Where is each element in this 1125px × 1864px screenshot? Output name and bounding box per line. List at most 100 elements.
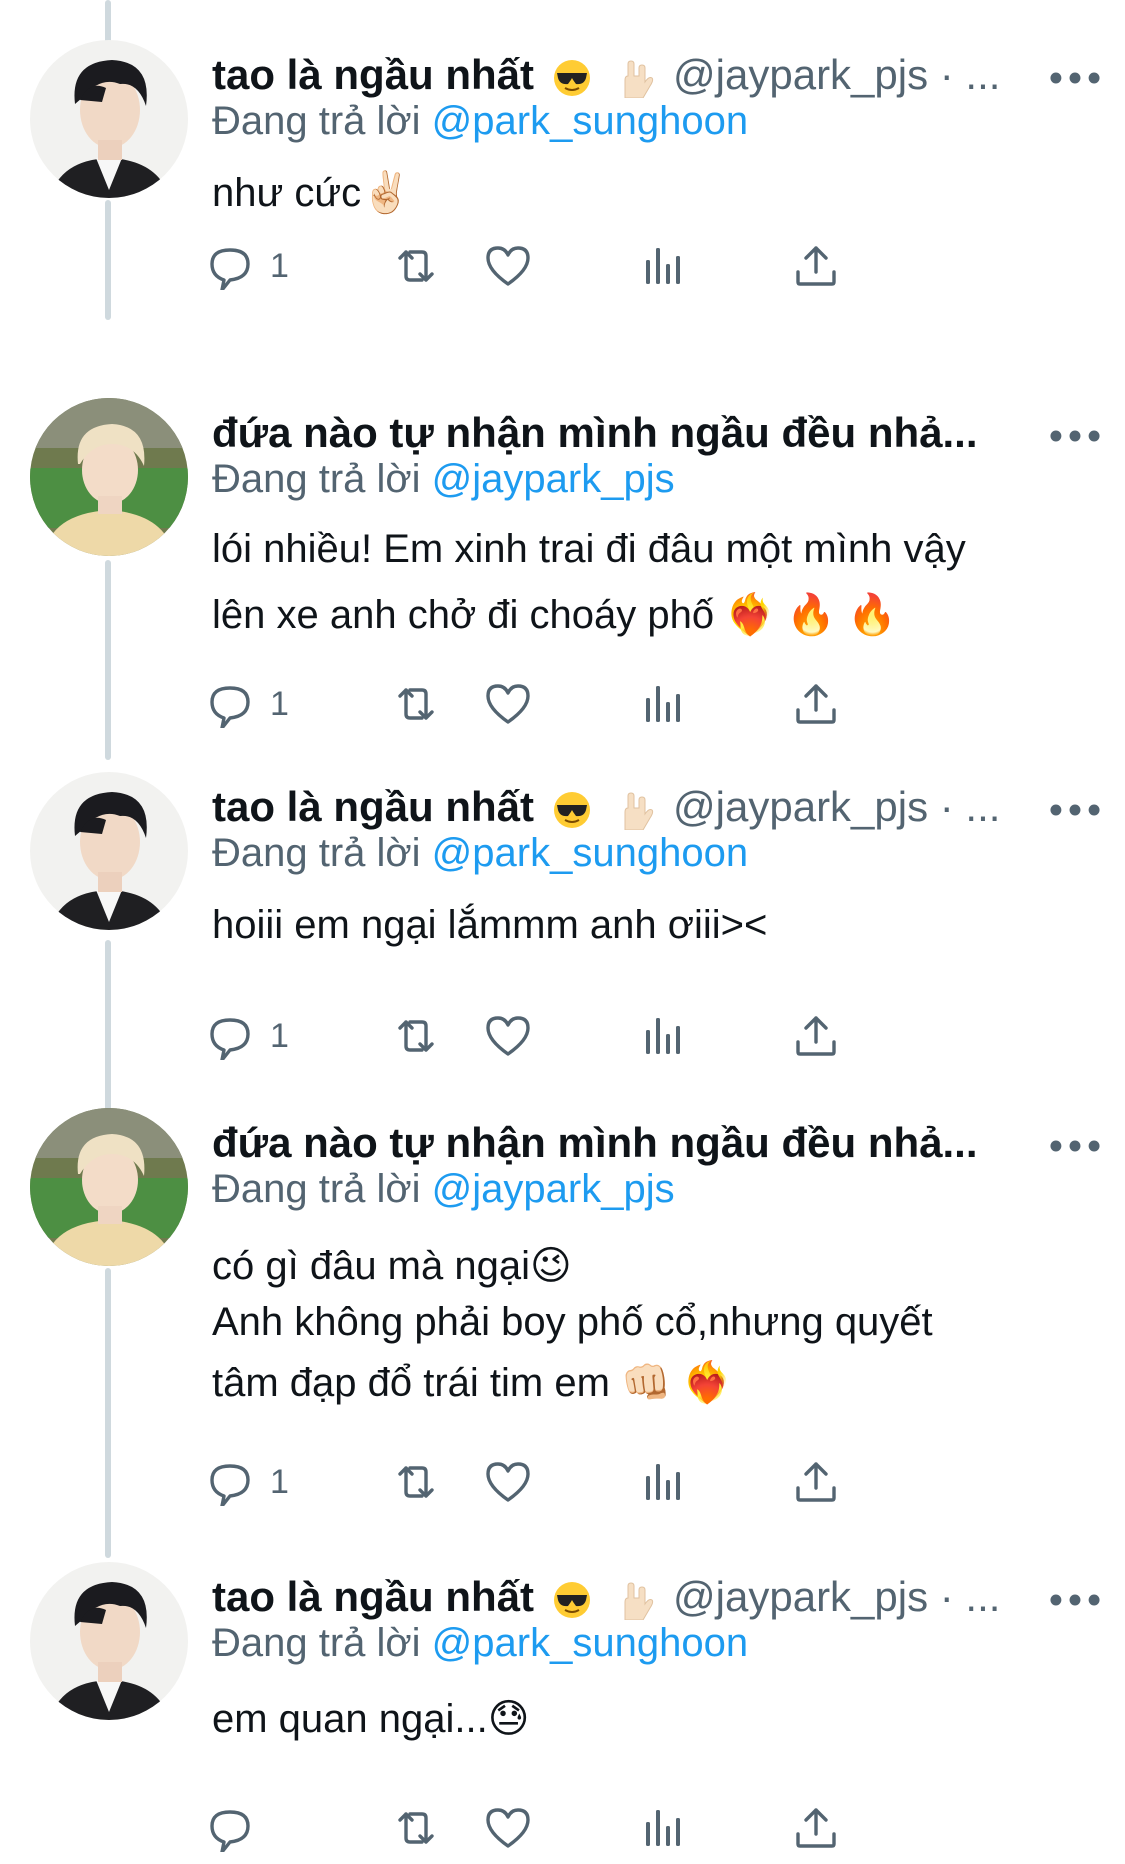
avatar[interactable] xyxy=(30,40,188,198)
handle[interactable]: @jaypark_pjs · ... xyxy=(673,1573,1000,1620)
reply-mention-link[interactable]: @park_sunghoon xyxy=(432,831,748,875)
views-icon xyxy=(646,686,680,722)
reply-mention-link[interactable]: @jaypark_pjs xyxy=(432,1167,675,1211)
views-button[interactable] xyxy=(638,236,686,296)
tweet-text-line: em quan ngại...😓 xyxy=(212,1697,530,1741)
reply-count: 1 xyxy=(270,684,289,723)
reply-prefix: Đang trả lời xyxy=(212,457,421,501)
share-icon xyxy=(796,246,836,286)
handle[interactable]: @jaypark_pjs · ... xyxy=(673,783,1000,830)
retweet-icon xyxy=(398,1020,434,1052)
reply-prefix: Đang trả lời xyxy=(212,1167,421,1211)
display-name[interactable]: đứa nào tự nhận mình ngầu đều nhả... xyxy=(212,1119,978,1166)
share-button[interactable] xyxy=(792,1798,840,1858)
replying-to: Đang trả lời @jaypark_pjs xyxy=(212,1160,675,1218)
tweet-text: hoiii em ngại lắmmm anh ơiii>< xyxy=(212,892,1085,958)
action-bar: 1 xyxy=(210,236,1012,296)
reply-button[interactable] xyxy=(208,1798,270,1858)
avatar[interactable] xyxy=(30,1562,188,1720)
action-bar xyxy=(210,1798,1012,1858)
handle[interactable]: @jaypark_pjs · ... xyxy=(673,51,1000,98)
reply-icon xyxy=(210,248,250,290)
reply-prefix: Đang trả lời xyxy=(212,831,421,875)
retweet-icon xyxy=(398,1466,434,1498)
like-button[interactable] xyxy=(484,1006,532,1066)
heart-icon xyxy=(486,684,530,724)
retweet-button[interactable] xyxy=(392,1798,440,1858)
avatar[interactable] xyxy=(30,1108,188,1266)
tweet-text: có gì đâu mà ngại😉 Anh không phải boy ph… xyxy=(212,1238,1085,1416)
views-button[interactable] xyxy=(638,674,686,734)
share-button[interactable] xyxy=(792,674,840,734)
avatar[interactable] xyxy=(30,398,188,556)
share-icon xyxy=(796,1808,836,1848)
display-name[interactable]: tao là ngầu nhất xyxy=(212,1573,534,1620)
thread-line xyxy=(105,940,111,1120)
views-icon xyxy=(646,1464,680,1500)
views-icon xyxy=(646,1018,680,1054)
views-button[interactable] xyxy=(638,1798,686,1858)
display-name[interactable]: tao là ngầu nhất xyxy=(212,51,534,98)
share-button[interactable] xyxy=(792,236,840,296)
reply-button[interactable]: 1 xyxy=(208,674,289,734)
action-bar: 1 xyxy=(210,1452,1012,1512)
retweet-icon xyxy=(398,688,434,720)
retweet-button[interactable] xyxy=(392,236,440,296)
share-icon xyxy=(796,1462,836,1502)
views-icon xyxy=(646,248,680,284)
more-icon[interactable] xyxy=(1045,418,1105,454)
thread-line xyxy=(105,200,111,320)
more-icon[interactable] xyxy=(1045,792,1105,828)
heart-icon xyxy=(486,1016,530,1056)
tweet-text-line: tâm đạp đổ trái tim em 👊🏻 ❤️‍🔥 xyxy=(212,1361,732,1405)
reply-button[interactable]: 1 xyxy=(208,236,289,296)
tweet-text: em quan ngại...😓 xyxy=(212,1686,1085,1752)
retweet-icon xyxy=(398,250,434,282)
reply-button[interactable]: 1 xyxy=(208,1006,289,1066)
reply-icon xyxy=(210,1464,250,1506)
reply-count: 1 xyxy=(270,1462,289,1501)
views-button[interactable] xyxy=(638,1006,686,1066)
retweet-button[interactable] xyxy=(392,674,440,734)
share-icon xyxy=(796,1016,836,1056)
more-icon[interactable] xyxy=(1045,60,1105,96)
like-button[interactable] xyxy=(484,674,532,734)
tweet-text: như cức✌🏻 xyxy=(212,160,1085,226)
replying-to: Đang trả lời @park_sunghoon xyxy=(212,824,748,882)
share-button[interactable] xyxy=(792,1006,840,1066)
tweet-text-line: Anh không phải boy phố cổ,nhưng quyết xyxy=(212,1300,933,1344)
reply-mention-link[interactable]: @jaypark_pjs xyxy=(432,457,675,501)
reply-prefix: Đang trả lời xyxy=(212,99,421,143)
like-button[interactable] xyxy=(484,236,532,296)
reply-mention-link[interactable]: @park_sunghoon xyxy=(432,99,748,143)
tweet-text: lói nhiều! Em xinh trai đi đâu một mình … xyxy=(212,516,1085,648)
more-icon[interactable] xyxy=(1045,1582,1105,1618)
retweet-button[interactable] xyxy=(392,1452,440,1512)
display-name[interactable]: đứa nào tự nhận mình ngầu đều nhả... xyxy=(212,409,978,456)
replying-to: Đang trả lời @park_sunghoon xyxy=(212,1614,748,1672)
reply-count: 1 xyxy=(270,246,289,285)
like-button[interactable] xyxy=(484,1798,532,1858)
like-button[interactable] xyxy=(484,1452,532,1512)
reply-icon xyxy=(210,1018,250,1060)
tweet-text-line: như cức✌🏻 xyxy=(212,171,411,215)
share-icon xyxy=(796,684,836,724)
share-button[interactable] xyxy=(792,1452,840,1512)
reply-prefix: Đang trả lời xyxy=(212,1621,421,1665)
action-bar: 1 xyxy=(210,674,1012,734)
views-icon xyxy=(646,1810,680,1846)
reply-button[interactable]: 1 xyxy=(208,1452,289,1512)
heart-icon xyxy=(486,1808,530,1848)
heart-icon xyxy=(486,246,530,286)
reply-icon xyxy=(210,1810,250,1852)
display-name[interactable]: tao là ngầu nhất xyxy=(212,783,534,830)
replying-to: Đang trả lời @park_sunghoon xyxy=(212,92,748,150)
reply-mention-link[interactable]: @park_sunghoon xyxy=(432,1621,748,1665)
retweet-button[interactable] xyxy=(392,1006,440,1066)
avatar[interactable] xyxy=(30,772,188,930)
views-button[interactable] xyxy=(638,1452,686,1512)
more-icon[interactable] xyxy=(1045,1128,1105,1164)
heart-icon xyxy=(486,1462,530,1502)
tweet-text-line: có gì đâu mà ngại😉 xyxy=(212,1244,572,1288)
tweet-text-line: lói nhiều! Em xinh trai đi đâu một mình … xyxy=(212,527,966,571)
